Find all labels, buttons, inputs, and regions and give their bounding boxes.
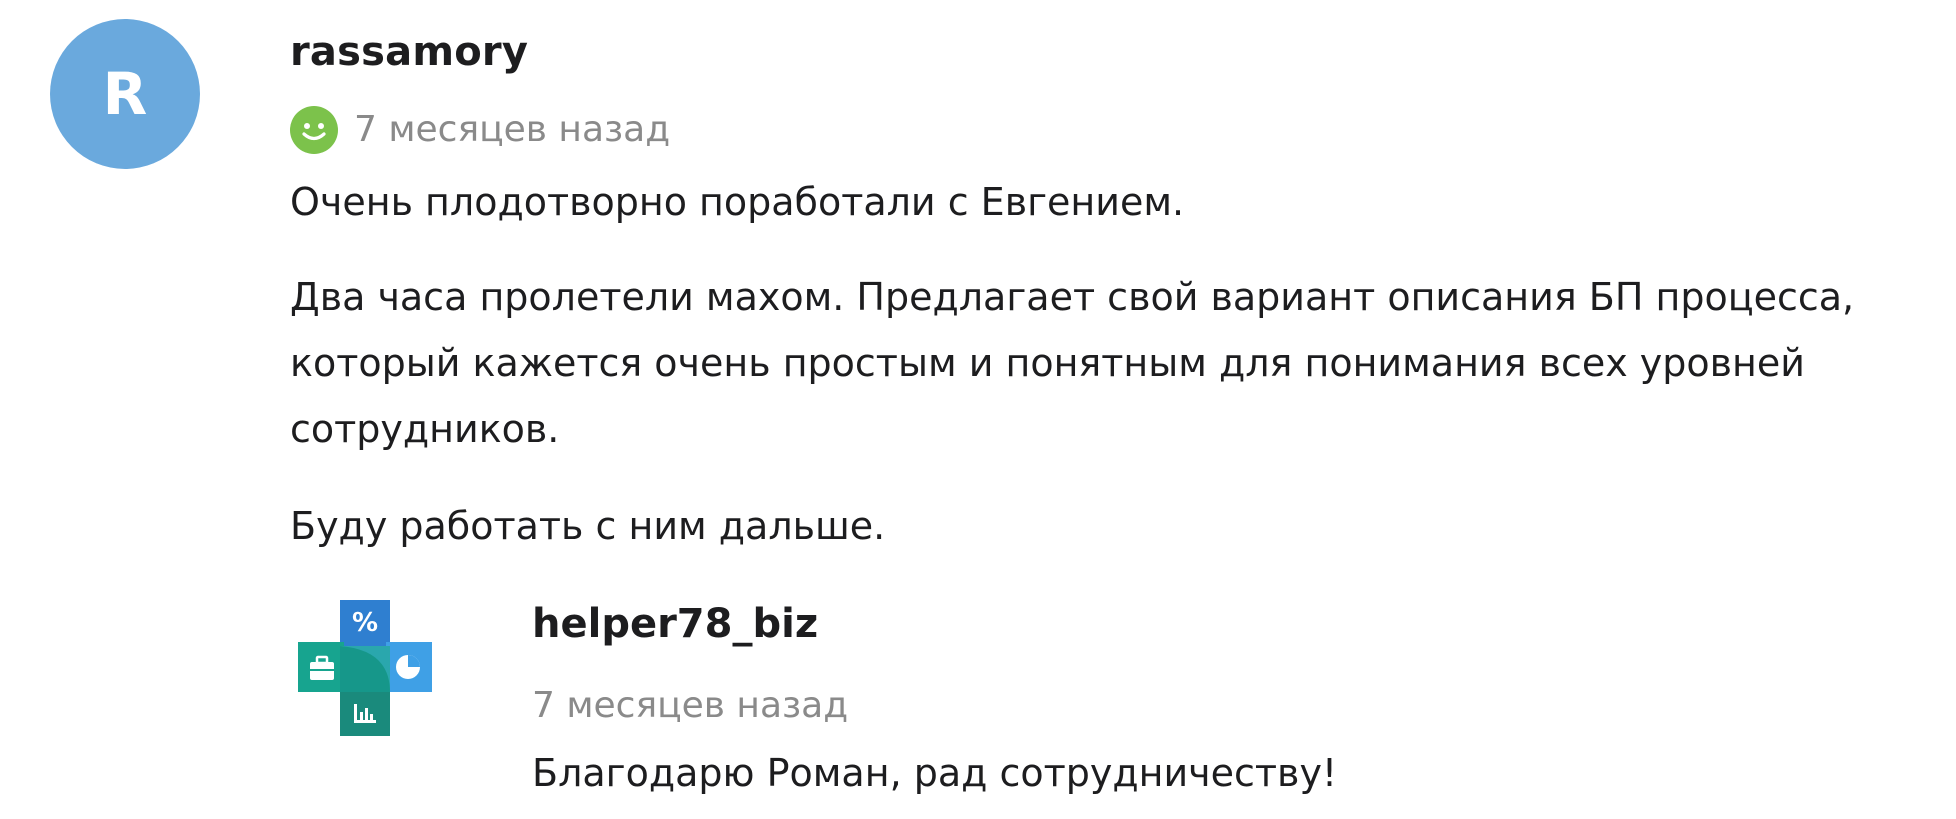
- review-item: R rassamory 7 месяцев назад Очень плодот…: [0, 0, 1956, 819]
- avatar[interactable]: R: [50, 19, 200, 169]
- review-author[interactable]: rassamory: [290, 24, 528, 80]
- reply-timestamp: 7 месяцев назад: [532, 685, 849, 726]
- svg-text:%: %: [352, 608, 378, 638]
- reply-text: Благодарю Роман, рад сотрудничеству!: [532, 751, 1338, 795]
- review-meta: 7 месяцев назад: [290, 104, 670, 156]
- business-plus-logo[interactable]: %: [298, 600, 432, 736]
- reply-author[interactable]: helper78_biz: [532, 596, 818, 652]
- review-paragraph: Буду работать с ним дальше.: [290, 504, 886, 548]
- review-timestamp: 7 месяцев назад: [354, 109, 671, 150]
- smile-icon: [290, 106, 338, 154]
- review-paragraph: Два часа пролетели махом. Предлагает сво…: [290, 275, 1855, 451]
- review-paragraph: Очень плодотворно поработали с Евгением.: [290, 180, 1185, 224]
